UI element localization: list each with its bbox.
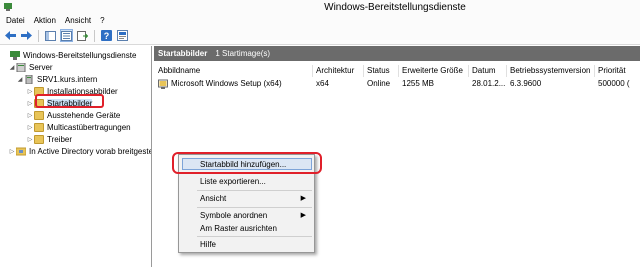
help-icon: ?	[101, 30, 112, 41]
menu-separator	[197, 207, 312, 208]
directory-icon	[16, 147, 26, 156]
tree-item-server[interactable]: ◢ SRV1.kurs.intern	[16, 74, 97, 85]
expand-arrow-icon: ▷	[27, 89, 33, 95]
tree-item-servers[interactable]: ◢ Server	[8, 62, 53, 73]
column-header-abbildname[interactable]: Abbildname	[158, 66, 200, 78]
tree-item-ausstehende-geraete[interactable]: ▷ Ausstehende Geräte	[26, 110, 120, 121]
expand-arrow-icon: ▷	[27, 137, 33, 143]
column-header-status[interactable]: Status	[367, 66, 390, 78]
tree-panel-icon	[45, 30, 56, 41]
tree-item-label: Server	[29, 63, 53, 72]
tree-item-label: In Active Directory vorab breitgestellt	[29, 147, 152, 156]
collapse-arrow-icon: ◢	[17, 77, 23, 83]
menu-item-align-to-grid[interactable]: Am Raster ausrichten	[200, 224, 277, 233]
toolbar-separator	[38, 29, 39, 42]
tree-item-label: SRV1.kurs.intern	[37, 75, 98, 84]
boot-image-icon	[158, 79, 168, 89]
menu-item-arrange-icons[interactable]: Symbole anordnen	[200, 211, 267, 220]
tree-item-label: Multicastübertragungen	[47, 123, 131, 132]
tree-item-active-directory[interactable]: ▷ In Active Directory vorab breitgestell…	[8, 146, 152, 157]
menu-item-view[interactable]: Ansicht	[200, 194, 226, 203]
toolbar-separator	[94, 29, 95, 42]
servers-icon	[16, 63, 26, 72]
help-button[interactable]: ?	[100, 29, 113, 42]
properties-icon	[117, 30, 128, 41]
forward-button[interactable]	[20, 29, 33, 42]
menu-bar: Datei Aktion Ansicht ?	[0, 14, 640, 27]
column-divider[interactable]	[506, 65, 507, 77]
selection-annotation-ring	[35, 94, 104, 108]
menu-separator	[197, 190, 312, 191]
cell-groesse: 1255 MB	[402, 79, 435, 88]
column-header-architektur[interactable]: Architektur	[316, 66, 354, 78]
collapse-arrow-icon: ◢	[9, 65, 15, 71]
submenu-arrow-icon: ▶	[300, 195, 306, 202]
menu-datei[interactable]: Datei	[6, 16, 25, 25]
expand-arrow-icon: ▷	[27, 101, 33, 107]
tree-item-label: Windows-Bereitstellungsdienste	[23, 51, 137, 60]
toolbar: ?	[0, 27, 640, 45]
expand-arrow-icon: ▷	[9, 149, 15, 155]
expand-arrow-icon: ▷	[27, 125, 33, 131]
console-tree: Windows-Bereitstellungsdienste ◢ Server …	[0, 46, 152, 267]
server-icon	[25, 75, 33, 84]
column-header-datum[interactable]: Datum	[472, 66, 496, 78]
folder-icon	[34, 135, 44, 144]
cell-datum: 28.01.2...	[472, 79, 506, 88]
column-divider[interactable]	[468, 65, 469, 77]
export-button[interactable]	[76, 29, 89, 42]
submenu-arrow-icon: ▶	[300, 212, 306, 219]
menu-aktion[interactable]: Aktion	[34, 16, 56, 25]
details-header: Startabbilder 1 Startimage(s)	[154, 46, 640, 61]
properties-button[interactable]	[116, 29, 129, 42]
menu-ansicht[interactable]: Ansicht	[65, 16, 91, 25]
column-divider[interactable]	[312, 65, 313, 77]
window-title: Windows-Bereitstellungsdienste	[324, 2, 466, 13]
tree-item-multicast[interactable]: ▷ Multicastübertragungen	[26, 122, 131, 133]
tree-item-root[interactable]: Windows-Bereitstellungsdienste	[2, 50, 136, 61]
details-header-title: Startabbilder	[158, 49, 208, 58]
column-divider[interactable]	[363, 65, 364, 77]
forward-arrow-icon	[21, 31, 32, 40]
back-arrow-icon	[5, 31, 16, 40]
title-bar: Windows-Bereitstellungsdienste	[0, 0, 640, 14]
column-header-prioritaet[interactable]: Priorität	[598, 66, 626, 78]
folder-icon	[34, 111, 44, 120]
menu-item-help[interactable]: Hilfe	[200, 240, 216, 249]
cell-status: Online	[367, 79, 391, 88]
tree-item-treiber[interactable]: ▷ Treiber	[26, 134, 72, 145]
back-button[interactable]	[4, 29, 17, 42]
svg-text:?: ?	[104, 31, 110, 41]
column-header-groesse[interactable]: Erweiterte Größe	[402, 66, 463, 78]
menu-item-export-list[interactable]: Liste exportieren...	[200, 177, 266, 186]
wds-icon	[10, 51, 20, 60]
expand-arrow-icon: ▷	[27, 113, 33, 119]
folder-icon	[34, 123, 44, 132]
tree-item-label: Ausstehende Geräte	[47, 111, 121, 120]
list-view-icon	[61, 30, 72, 41]
column-divider[interactable]	[594, 65, 595, 77]
column-divider[interactable]	[398, 65, 399, 77]
cell-prioritaet: 500000 (	[598, 79, 630, 88]
cell-os-version: 6.3.9600	[510, 79, 542, 88]
menu-annotation-ring	[172, 152, 322, 174]
cell-abbildname: Microsoft Windows Setup (x64)	[171, 79, 282, 88]
show-tree-button[interactable]	[44, 29, 57, 42]
tree-item-label: Treiber	[47, 135, 73, 144]
cell-architektur: x64	[316, 79, 329, 88]
column-header-os-version[interactable]: Betriebssystemversion	[510, 66, 590, 78]
details-header-count: 1 Startimage(s)	[215, 49, 271, 58]
menu-help[interactable]: ?	[100, 16, 104, 25]
export-list-icon	[77, 30, 88, 41]
menu-separator	[197, 236, 312, 237]
list-view-button[interactable]	[60, 29, 73, 42]
